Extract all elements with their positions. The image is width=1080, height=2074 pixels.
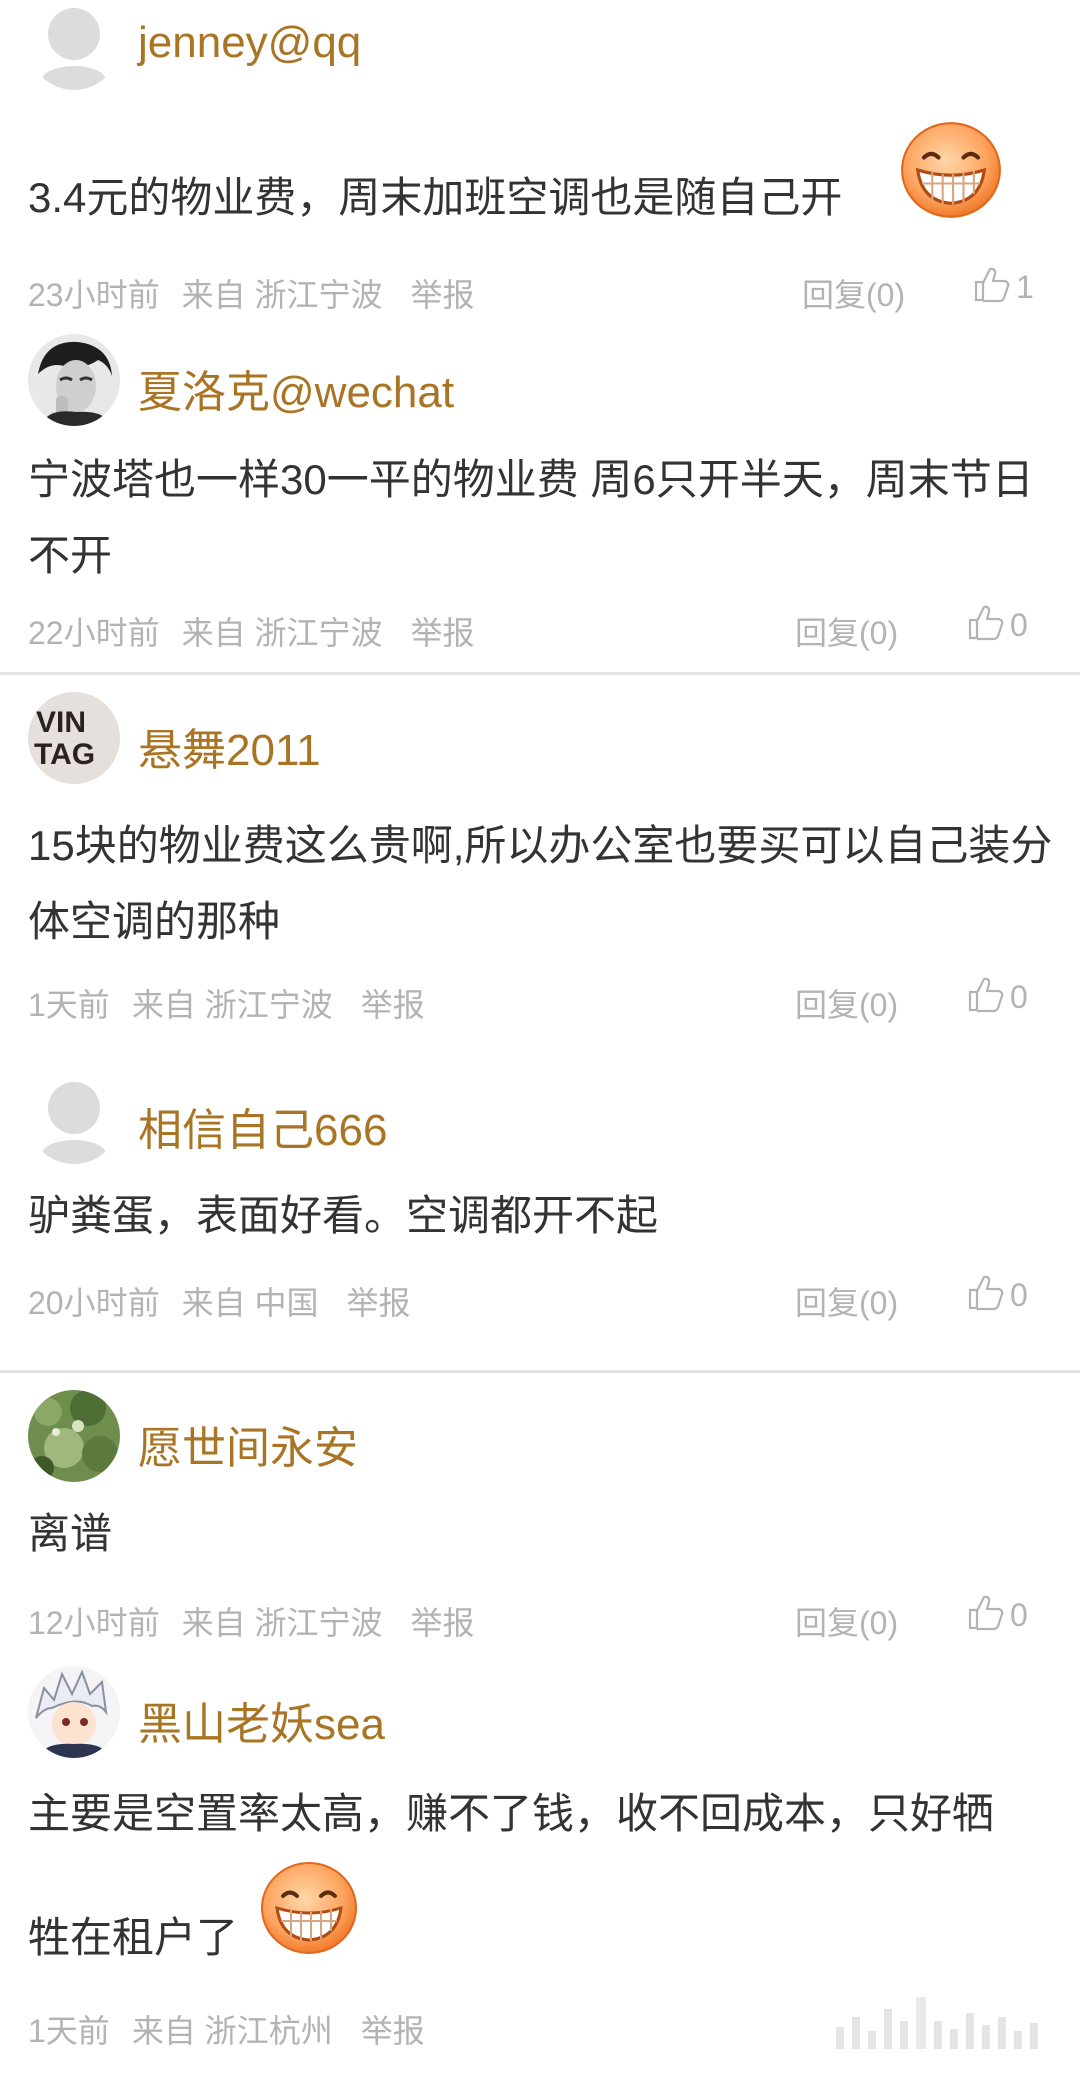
grin-emoji-icon — [250, 1858, 368, 1963]
thumbs-up-icon — [966, 602, 1006, 642]
divider — [0, 1370, 1080, 1373]
comment-body-line: 主要是空置率太高，赚不了钱，收不回成本，只好牺 — [28, 1790, 995, 1837]
like-count: 0 — [1010, 979, 1028, 1015]
reply-button[interactable]: 回复(0) — [795, 980, 898, 1026]
comment-text: 15块的物业费这么贵啊,所以办公室也要买可以自己装分体空调的那种 — [28, 822, 1053, 945]
comment-meta: 22小时前 来自 浙江宁波 举报 — [28, 608, 475, 654]
like-button[interactable]: 1 — [972, 264, 1034, 306]
thumbs-up-icon — [972, 264, 1012, 304]
comment-location: 来自 浙江宁波 — [181, 277, 383, 313]
comment-item: 黑山老妖sea 主要是空置率太高，赚不了钱，收不回成本，只好牺 牲在租户了 1天… — [0, 1666, 1080, 2074]
like-count: 0 — [1010, 1277, 1028, 1313]
report-button[interactable]: 举报 — [361, 2013, 425, 2049]
comment-item: jenney@qq 3.4元的物业费，周末加班空调也是随自己开 23小时前 来自 … — [0, 0, 1080, 313]
reply-button[interactable]: 回复(0) — [795, 1278, 898, 1324]
anime-avatar-icon — [28, 1666, 120, 1758]
comment-body-line: 牲在租户了 — [28, 1914, 239, 1961]
username[interactable]: 相信自己666 — [138, 1094, 387, 1158]
like-button[interactable]: 0 — [966, 1592, 1028, 1634]
report-button[interactable]: 举报 — [411, 615, 475, 651]
comment-item: 夏洛克@wechat 宁波塔也一样30一平的物业费 周6只开半天，周末节日不开 … — [0, 330, 1080, 670]
avatar[interactable] — [28, 1666, 120, 1758]
comment-meta: 1天前 来自 浙江杭州 举报 — [28, 2006, 425, 2052]
comment-time: 1天前 — [28, 2013, 110, 2049]
username[interactable]: 黑山老妖sea — [138, 1688, 385, 1752]
avatar[interactable] — [28, 1390, 120, 1482]
thumbs-up-icon — [966, 974, 1006, 1014]
vintage-avatar-icon: VIN TAG — [28, 692, 120, 784]
like-count: 0 — [1010, 1597, 1028, 1633]
comment-location: 来自 中国 — [181, 1285, 319, 1321]
avatar[interactable] — [28, 334, 120, 426]
comment-text: 宁波塔也一样30一平的物业费 周6只开半天，周末节日不开 — [28, 456, 1034, 579]
username[interactable]: 愿世间永安 — [138, 1412, 358, 1476]
reply-button[interactable]: 回复(0) — [795, 1598, 898, 1644]
avatar[interactable] — [28, 1072, 120, 1164]
comment-time: 20小时前 — [28, 1285, 160, 1321]
reply-button[interactable]: 回复(0) — [802, 270, 905, 316]
thumbs-up-icon — [966, 1592, 1006, 1632]
comment-meta: 12小时前 来自 浙江宁波 举报 — [28, 1598, 475, 1644]
comment-location: 来自 浙江宁波 — [131, 987, 333, 1023]
comment-item: 愿世间永安 离谱 12小时前 来自 浙江宁波 举报 回复(0) 0 — [0, 1390, 1080, 1660]
comment-meta: 1天前 来自 浙江宁波 举报 — [28, 980, 425, 1026]
report-button[interactable]: 举报 — [411, 1605, 475, 1641]
nature-avatar-icon — [28, 1390, 120, 1482]
comment-time: 23小时前 — [28, 277, 160, 313]
username[interactable]: 悬舞2011 — [138, 714, 321, 778]
username[interactable]: jenney@qq — [138, 18, 361, 68]
svg-text:VIN: VIN — [36, 706, 86, 739]
like-button[interactable]: 0 — [966, 602, 1028, 644]
report-button[interactable]: 举报 — [347, 1285, 411, 1321]
avatar[interactable] — [28, 0, 120, 90]
reply-button[interactable]: 回复(0) — [795, 608, 898, 654]
thumbs-up-icon — [966, 1272, 1006, 1312]
comment-text: 离谱 — [28, 1510, 113, 1557]
comment-location: 来自 浙江宁波 — [181, 615, 383, 651]
avatar[interactable]: VIN TAG — [28, 692, 120, 784]
comment-text: 驴粪蛋，表面好看。空调都开不起 — [28, 1192, 659, 1239]
comment-item: VIN TAG 悬舞2011 15块的物业费这么贵啊,所以办公室也要买可以自己装… — [0, 690, 1080, 1050]
photo-avatar-icon — [28, 334, 120, 426]
default-avatar-icon — [28, 0, 120, 90]
report-button[interactable]: 举报 — [361, 987, 425, 1023]
divider — [0, 672, 1080, 675]
svg-text:TAG: TAG — [34, 738, 95, 771]
comment-meta: 23小时前 来自 浙江宁波 举报 — [28, 270, 475, 316]
comment-text: 牲在租户了 — [28, 1900, 1058, 1976]
comment-time: 1天前 — [28, 987, 110, 1023]
comment-item: 相信自己666 驴粪蛋，表面好看。空调都开不起 20小时前 来自 中国 举报 回复(… — [0, 1070, 1080, 1370]
comment-text: 主要是空置率太高，赚不了钱，收不回成本，只好牺 — [28, 1776, 1058, 1852]
comment-time: 22小时前 — [28, 615, 160, 651]
like-button[interactable]: 0 — [966, 1272, 1028, 1314]
report-button[interactable]: 举报 — [411, 277, 475, 313]
default-avatar-icon — [28, 1072, 120, 1164]
comment-location: 来自 浙江宁波 — [181, 1605, 383, 1641]
comment-time: 12小时前 — [28, 1605, 160, 1641]
like-button[interactable]: 0 — [966, 974, 1028, 1016]
comment-location: 来自 浙江杭州 — [131, 2013, 333, 2049]
comment-meta: 20小时前 来自 中国 举报 — [28, 1278, 411, 1324]
like-count: 1 — [1016, 269, 1034, 305]
like-count: 0 — [1010, 607, 1028, 643]
comment-text: 3.4元的物业费，周末加班空调也是随自己开 — [28, 160, 1058, 236]
comment-body: 3.4元的物业费，周末加班空调也是随自己开 — [28, 174, 843, 221]
watermark-bars-icon — [836, 1991, 1066, 2056]
username[interactable]: 夏洛克@wechat — [138, 356, 454, 420]
grin-emoji-icon — [890, 118, 1012, 246]
